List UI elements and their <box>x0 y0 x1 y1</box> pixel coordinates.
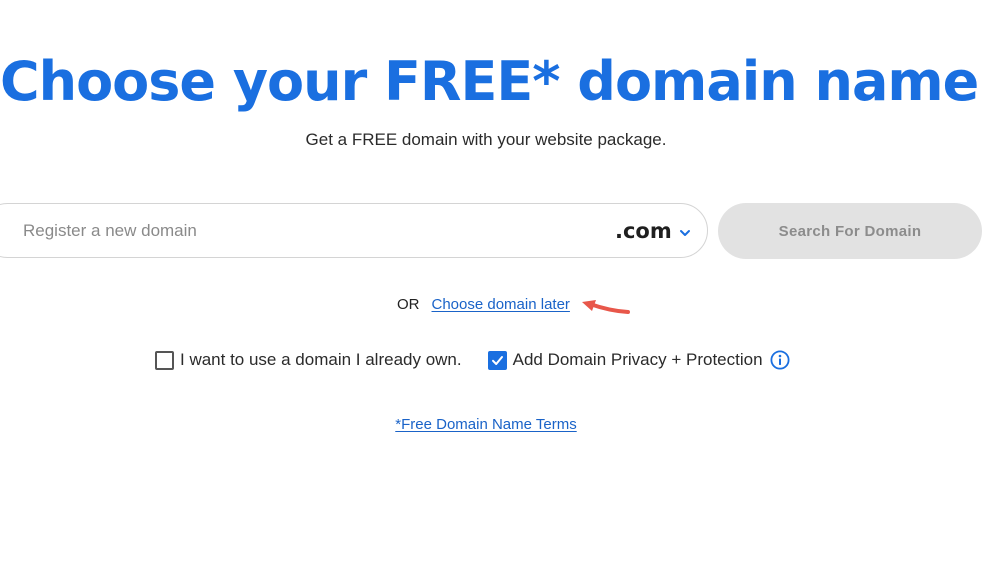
chevron-down-icon <box>679 229 690 236</box>
domain-selection-page: Choose your FREE* domain name Get a FREE… <box>0 0 982 567</box>
privacy-checkbox[interactable] <box>487 350 507 370</box>
tld-selected-value: .com <box>615 219 672 243</box>
own-domain-label: I want to use a domain I already own. <box>180 350 462 369</box>
tld-dropdown[interactable]: .com <box>615 216 692 246</box>
own-domain-checkbox[interactable] <box>155 350 174 370</box>
domain-search-box: .com <box>0 203 708 258</box>
info-icon[interactable] <box>770 350 790 370</box>
page-subtitle: Get a FREE domain with your website pack… <box>305 130 667 149</box>
free-domain-terms-link[interactable]: *Free Domain Name Terms <box>395 416 576 433</box>
domain-search-input[interactable] <box>23 218 583 244</box>
checkmark-icon <box>491 355 503 365</box>
privacy-label: Add Domain Privacy + Protection <box>512 350 763 369</box>
choose-domain-later-link[interactable]: Choose domain later <box>432 296 570 313</box>
terms-container: *Free Domain Name Terms <box>0 416 972 434</box>
search-domain-button[interactable]: Search For Domain <box>718 203 982 259</box>
or-label: OR <box>397 295 420 313</box>
red-arrow-icon <box>582 300 630 314</box>
domain-options: I want to use a domain I already own. Ad… <box>155 348 790 372</box>
alternative-row: OR Choose domain later <box>397 294 570 314</box>
page-title: Choose your FREE* domain name <box>0 50 979 113</box>
